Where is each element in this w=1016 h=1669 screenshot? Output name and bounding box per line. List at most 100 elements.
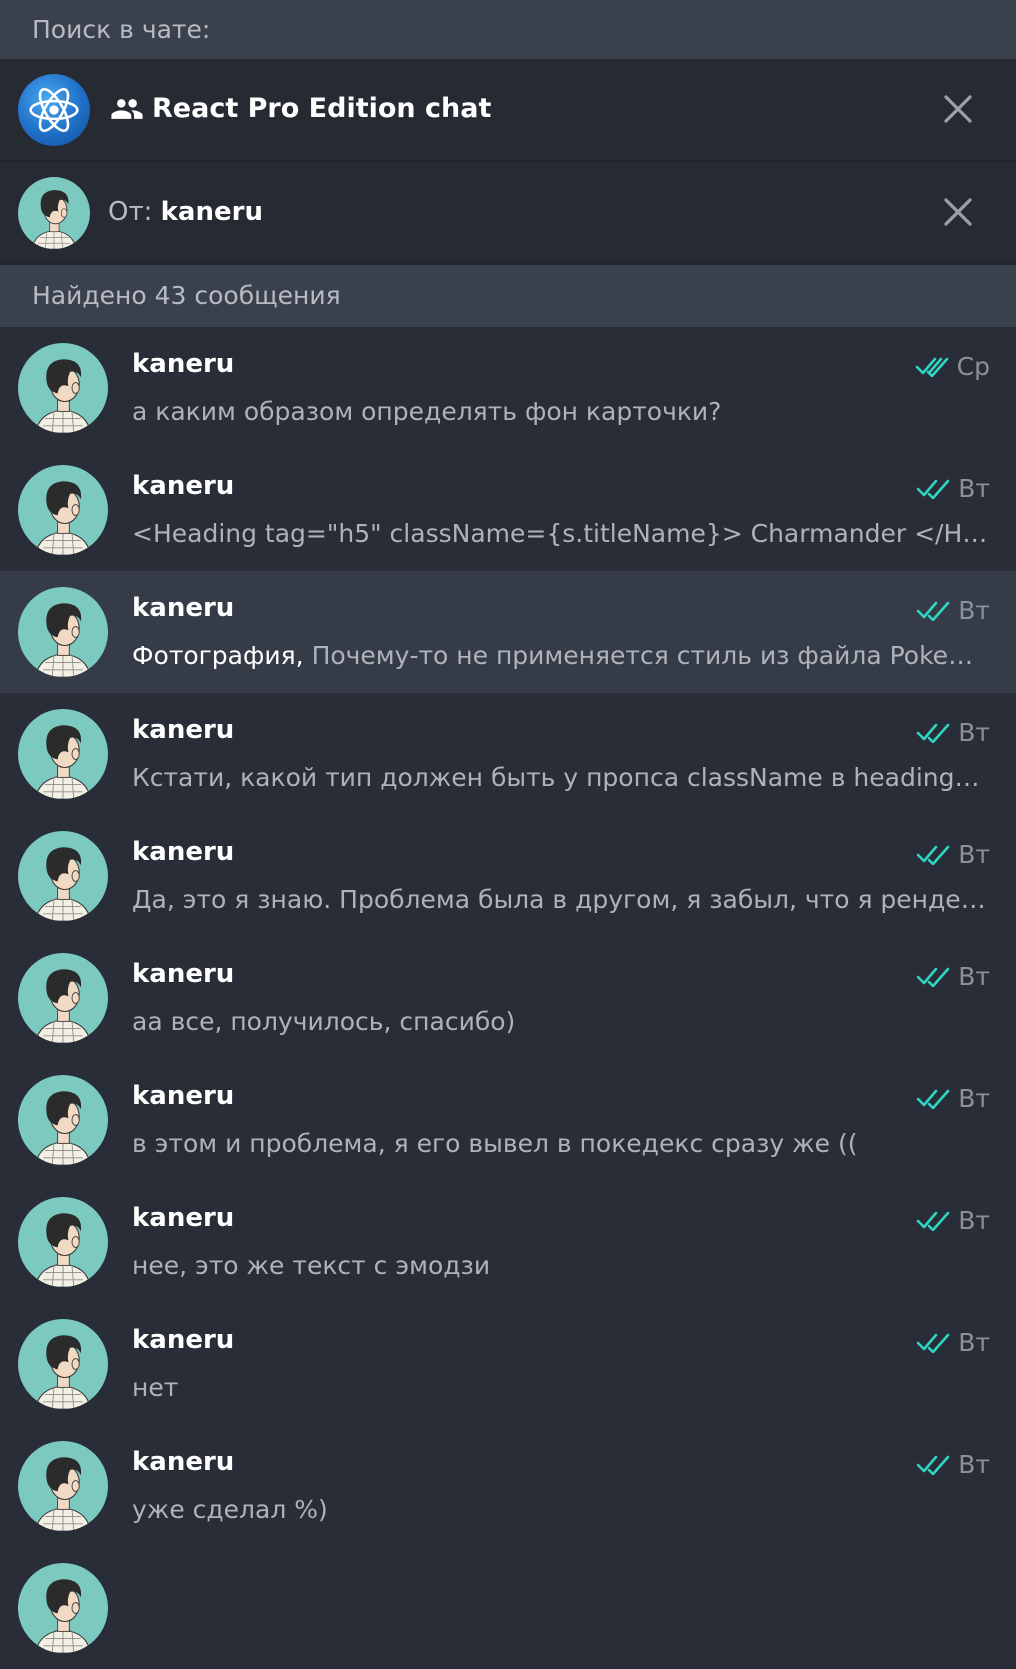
message-body: в этом и проблема, я его вывел в покедек… — [132, 1129, 858, 1158]
from-user-name: kaneru — [160, 197, 263, 227]
message-meta: Вт — [916, 837, 990, 871]
chat-filter-row: React Pro Edition chat — [0, 59, 1016, 162]
message-text: нее, это же текст с эмодзи — [132, 1251, 990, 1280]
message-text: а каким образом определять фон карточки? — [132, 397, 990, 426]
chat-title: React Pro Edition chat — [152, 93, 492, 124]
message-text: нет — [132, 1373, 990, 1402]
message-body: а каким образом определять фон карточки? — [132, 397, 722, 426]
user-avatar — [18, 953, 108, 1043]
message-author: kaneru — [132, 1203, 235, 1233]
message-prefix: Фотография, — [132, 641, 312, 670]
message-result[interactable]: kaneru Вт нее, это же текст с эмодзи — [0, 1181, 1016, 1303]
message-body: Почему-то не применяется стиль из файла … — [311, 641, 990, 670]
user-avatar — [18, 1075, 108, 1165]
double-check-icon — [916, 967, 950, 987]
message-body: <Heading tag="h5" className={s.titleName… — [132, 519, 990, 548]
message-meta: Вт — [916, 1447, 990, 1481]
message-author: kaneru — [132, 593, 235, 623]
message-date: Вт — [958, 1449, 990, 1479]
message-author: kaneru — [132, 471, 235, 501]
message-result[interactable]: kaneru Вт в этом и проблема, я его вывел… — [0, 1059, 1016, 1181]
message-body: аа все, получилось, спасибо) — [132, 1007, 516, 1036]
message-author: kaneru — [132, 1081, 235, 1111]
message-result-selected[interactable]: kaneru Вт Фотография, Почему-то не приме… — [0, 571, 1016, 693]
results-count: Найдено 43 сообщения — [32, 281, 341, 310]
double-check-icon — [916, 601, 950, 621]
message-author: kaneru — [132, 1447, 235, 1477]
results-header: Найдено 43 сообщения — [0, 265, 1016, 327]
message-result[interactable]: kaneru Ср а каким образом определять фон… — [0, 327, 1016, 449]
message-text: Да, это я знаю. Проблема была в другом, … — [132, 885, 990, 914]
message-result[interactable]: kaneru Вт Да, это я знаю. Проблема была … — [0, 815, 1016, 937]
message-author: kaneru — [132, 959, 235, 989]
message-author: kaneru — [132, 1325, 235, 1355]
message-text: Фотография, Почему-то не применяется сти… — [132, 641, 990, 670]
message-date: Вт — [958, 961, 990, 991]
message-date: Вт — [958, 839, 990, 869]
message-date: Вт — [958, 473, 990, 503]
double-check-icon — [916, 479, 950, 499]
clear-from-filter-button[interactable] — [940, 194, 976, 230]
user-avatar — [18, 587, 108, 677]
user-avatar — [18, 1441, 108, 1531]
message-result[interactable]: kaneru Вт <Heading tag="h5" className={s… — [0, 449, 1016, 571]
message-date: Вт — [958, 1083, 990, 1113]
message-date: Вт — [958, 595, 990, 625]
double-check-icon — [916, 1333, 950, 1353]
message-result[interactable]: kaneru Вт Кстати, какой тип должен быть … — [0, 693, 1016, 815]
search-header: Поиск в чате: — [0, 0, 1016, 59]
message-date: Вт — [958, 1205, 990, 1235]
message-date: Ср — [956, 351, 990, 381]
message-result[interactable]: kaneru Вт нет — [0, 1303, 1016, 1425]
message-meta: Вт — [916, 1203, 990, 1237]
double-check-icon — [916, 723, 950, 743]
message-text: в этом и проблема, я его вывел в покедек… — [132, 1129, 990, 1158]
from-filter-label: От: kaneru — [108, 162, 263, 262]
user-avatar — [18, 465, 108, 555]
message-result[interactable]: kaneru Вт уже сделал %) — [0, 1425, 1016, 1547]
message-result[interactable]: kaneru Вт аа все, получилось, спасибо) — [0, 937, 1016, 1059]
message-meta: Вт — [916, 1081, 990, 1115]
user-avatar — [18, 709, 108, 799]
clear-chat-filter-button[interactable] — [940, 91, 976, 127]
message-body: Да, это я знаю. Проблема была в другом, … — [132, 885, 990, 914]
message-body: нет — [132, 1373, 179, 1402]
message-author: kaneru — [132, 715, 235, 745]
message-text: уже сделал %) — [132, 1495, 990, 1524]
search-header-label: Поиск в чате: — [32, 15, 211, 44]
message-text: Кстати, какой тип должен быть у пропса c… — [132, 763, 990, 792]
message-result-partial[interactable] — [0, 1547, 1016, 1669]
message-meta: Вт — [916, 471, 990, 505]
message-body: Кстати, какой тип должен быть у пропса c… — [132, 763, 990, 792]
user-avatar — [18, 831, 108, 921]
message-text: <Heading tag="h5" className={s.titleName… — [132, 519, 990, 548]
message-body: нее, это же текст с эмодзи — [132, 1251, 491, 1280]
user-avatar — [18, 343, 108, 433]
user-avatar — [18, 1563, 108, 1653]
message-date: Вт — [958, 717, 990, 747]
results-list: kaneru Ср а каким образом определять фон… — [0, 327, 1016, 1669]
double-check-icon — [916, 1455, 950, 1475]
message-date: Вт — [958, 1327, 990, 1357]
message-author: kaneru — [132, 349, 235, 379]
double-check-icon — [915, 357, 948, 377]
message-meta: Вт — [916, 715, 990, 749]
from-prefix: От: — [108, 197, 153, 227]
double-check-icon — [916, 845, 950, 865]
user-avatar — [18, 1197, 108, 1287]
from-filter-row: От: kaneru — [0, 162, 1016, 265]
message-meta: Ср — [915, 349, 990, 383]
react-logo-icon — [18, 74, 90, 146]
message-meta: Вт — [916, 959, 990, 993]
double-check-icon — [916, 1211, 950, 1231]
message-meta: Вт — [916, 1325, 990, 1359]
from-user-avatar — [18, 177, 90, 253]
group-icon — [111, 99, 143, 119]
message-meta: Вт — [916, 593, 990, 627]
chat-avatar — [18, 74, 90, 146]
message-author: kaneru — [132, 837, 235, 867]
user-avatar — [18, 1319, 108, 1409]
message-text: аа все, получилось, спасибо) — [132, 1007, 990, 1036]
double-check-icon — [916, 1089, 950, 1109]
message-body: уже сделал %) — [132, 1495, 328, 1524]
